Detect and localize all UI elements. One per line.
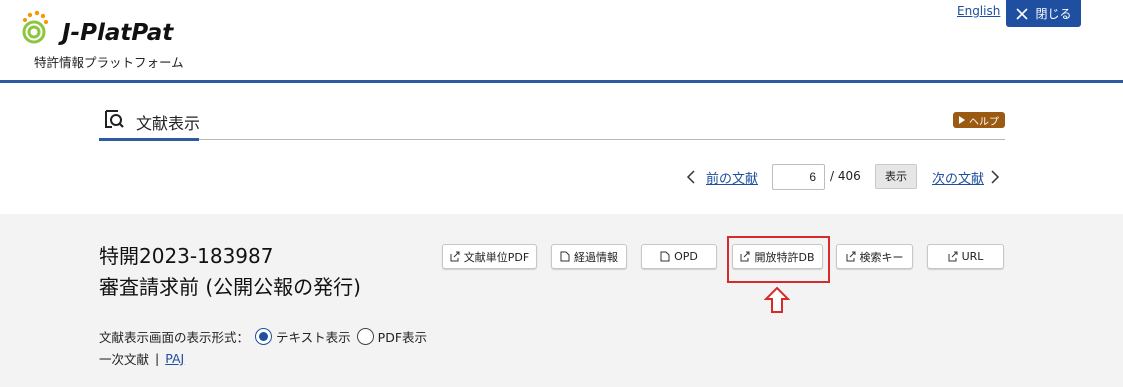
chevron-left-icon[interactable]	[686, 170, 696, 184]
close-icon	[1016, 7, 1029, 20]
search-key-label: 検索キー	[859, 250, 904, 264]
primary-document-label: 一次文献	[99, 352, 150, 367]
paj-link[interactable]: PAJ	[165, 351, 184, 366]
close-button[interactable]: 閉じる	[1006, 0, 1081, 27]
history-info-button[interactable]: 経過情報	[551, 244, 627, 269]
display-format-row: 文献表示画面の表示形式： テキスト表示 PDF表示	[99, 325, 427, 347]
url-button[interactable]: URL	[927, 244, 1004, 269]
text-display-label[interactable]: テキスト表示	[276, 327, 351, 346]
document-panel: 特開2023-183987 審査請求前 (公開公報の発行) 文献単位PDF 経過…	[0, 214, 1123, 387]
document-search-icon	[105, 110, 124, 128]
next-document-link[interactable]: 次の文献	[932, 168, 984, 187]
document-pdf-button[interactable]: 文献単位PDF	[442, 244, 537, 269]
page-total: / 406	[830, 169, 861, 183]
document-icon	[660, 251, 670, 262]
logo-subtitle: 特許情報プラットフォーム	[34, 55, 184, 70]
title-underline	[99, 138, 199, 141]
display-format-label: 文献表示画面の表示形式：	[99, 329, 250, 345]
external-link-icon	[450, 251, 460, 262]
opd-button[interactable]: OPD	[641, 244, 717, 269]
pdf-display-radio[interactable]	[356, 327, 374, 345]
document-status: 審査請求前 (公開公報の発行)	[99, 275, 361, 299]
search-key-button[interactable]: 検索キー	[836, 244, 913, 269]
logo-mark-icon	[22, 10, 48, 44]
help-label: ヘルプ	[969, 116, 999, 128]
document-number: 特開2023-183987	[99, 244, 274, 268]
text-display-radio[interactable]	[255, 327, 273, 345]
external-link-icon	[948, 251, 958, 262]
pager: 前の文献 6 / 406 表示 次の文献	[0, 164, 1123, 190]
highlight-box	[727, 236, 830, 283]
prev-document-link[interactable]: 前の文献	[706, 168, 758, 187]
section-title-bar: 文献表示 ヘルプ	[99, 102, 1005, 141]
logo-text: J-PlatPat	[62, 20, 174, 46]
document-pdf-label: 文献単位PDF	[463, 250, 530, 264]
opd-label: OPD	[674, 250, 698, 263]
external-link-icon	[846, 251, 855, 262]
document-icon	[560, 251, 570, 262]
up-arrow-icon	[764, 286, 790, 313]
play-icon	[959, 116, 965, 124]
pdf-display-label[interactable]: PDF表示	[378, 327, 427, 346]
show-button[interactable]: 表示	[875, 164, 917, 189]
primary-document-row: 一次文献 | PAJ	[99, 349, 184, 368]
history-info-label: 経過情報	[574, 250, 618, 264]
close-button-label: 閉じる	[1035, 7, 1072, 21]
page-title: 文献表示	[136, 114, 201, 133]
page-number-input[interactable]: 6	[772, 164, 825, 190]
url-label: URL	[961, 250, 984, 263]
header: J-PlatPat 特許情報プラットフォーム English 閉じる	[0, 0, 1123, 83]
separator: |	[155, 351, 160, 366]
help-button[interactable]: ヘルプ	[953, 112, 1005, 128]
english-link[interactable]: English	[957, 4, 1000, 18]
chevron-right-icon[interactable]	[990, 170, 1000, 184]
logo[interactable]: J-PlatPat 特許情報プラットフォーム	[22, 8, 202, 70]
